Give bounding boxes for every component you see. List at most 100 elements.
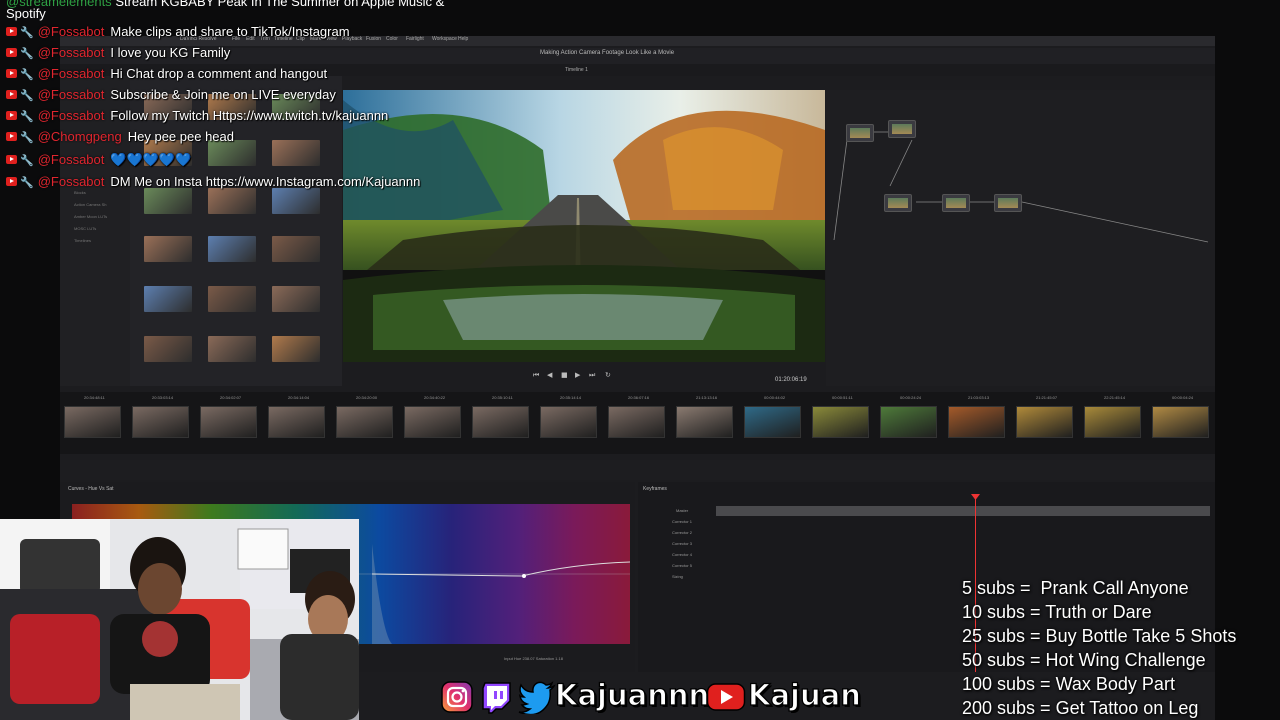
media-thumbnail[interactable] [144, 286, 192, 312]
sub-goal: 50 subs = Hot Wing Challenge [962, 650, 1206, 670]
viewer-timecode: 01:20:06:19 [775, 377, 807, 383]
playhead-handle[interactable] [971, 494, 980, 500]
chat-username[interactable]: @Chomgpeng [38, 129, 122, 144]
keyframe-row[interactable]: Corrector 5 [672, 563, 692, 568]
clip-timecode: 20:36:07:16 [628, 395, 650, 400]
timeline-clip[interactable] [676, 406, 733, 438]
timeline-clip[interactable] [132, 406, 189, 438]
keyframe-row[interactable]: Corrector 2 [672, 530, 692, 535]
timeline-clip[interactable] [880, 406, 937, 438]
clip-timecode: 20:35:10:11 [492, 395, 513, 400]
media-thumbnail[interactable] [208, 236, 256, 262]
chat-continuation: Spotify [6, 6, 46, 21]
keyframe-master-track[interactable] [716, 506, 1210, 516]
menu-item[interactable]: Help [458, 36, 468, 42]
chat-text: I love you KG Family [110, 45, 231, 60]
clip-timecode: 00:00:04:24 [1172, 395, 1194, 400]
clip-timecode: 20:34:48:11 [84, 395, 105, 400]
chat-username[interactable]: @Fossabot [38, 108, 105, 123]
chat-username[interactable]: @Fossabot [38, 87, 105, 102]
media-thumbnail[interactable] [272, 236, 320, 262]
youtube-badge-icon [6, 27, 17, 37]
timeline-clip[interactable] [744, 406, 801, 438]
chat-username[interactable]: @Fossabot [38, 174, 105, 189]
chat-text: Follow my Twitch Https://www.twitch.tv/k… [110, 108, 389, 123]
timeline-clip[interactable] [472, 406, 529, 438]
play-icon[interactable]: ▶ [575, 371, 580, 379]
moderator-wrench-icon: 🔧 [20, 48, 34, 61]
menu-item[interactable]: Color [386, 36, 398, 42]
chat-username[interactable]: @Fossabot [38, 152, 105, 167]
bin-item[interactable]: Amber Moon LUTs [74, 214, 107, 219]
keyframe-row[interactable]: Sizing [672, 574, 683, 579]
color-node[interactable] [994, 194, 1022, 212]
video-viewer [343, 90, 825, 362]
chat-username[interactable]: @Fossabot [38, 24, 105, 39]
skip-forward-icon[interactable]: ⏭ [589, 371, 595, 380]
keyframe-row[interactable]: Corrector 1 [672, 519, 692, 524]
clip-timecode: 20:34:02:07 [220, 395, 242, 400]
moderator-wrench-icon: 🔧 [20, 69, 34, 82]
play-reverse-icon[interactable]: ◀ [547, 371, 552, 379]
timeline-clip[interactable] [1084, 406, 1141, 438]
twitter-icon [518, 681, 556, 714]
media-thumbnail[interactable] [144, 236, 192, 262]
media-thumbnail[interactable] [272, 286, 320, 312]
media-thumbnail[interactable] [272, 140, 320, 166]
sub-goal: 25 subs = Buy Bottle Take 5 Shots [962, 626, 1237, 646]
moderator-wrench-icon: 🔧 [20, 111, 34, 124]
keyframe-row[interactable]: Master [676, 508, 688, 513]
clip-timecode: 00:00:44:02 [764, 395, 786, 400]
youtube-icon [706, 683, 746, 711]
webcam-image [0, 519, 359, 720]
stop-icon[interactable]: ■ [561, 371, 568, 379]
color-node[interactable] [942, 194, 970, 212]
bin-item[interactable]: Timelines [74, 238, 91, 243]
color-node[interactable] [888, 120, 916, 138]
clip-strip: 20:34:48:11 20:33:03:14 20:34:02:07 20:34:1… [60, 392, 1215, 454]
skip-back-icon[interactable]: ⏮ [533, 371, 539, 380]
color-node[interactable] [884, 194, 912, 212]
timeline-clip[interactable] [64, 406, 121, 438]
menu-item[interactable]: Fairlight [406, 36, 424, 42]
curves-title: Curves - Hue Vs Sat [68, 486, 114, 492]
bin-item[interactable]: Action Camera Sh [74, 202, 106, 207]
timeline-clip[interactable] [336, 406, 393, 438]
chat-message: Stream KGBABY Peak In The Summer on Appl… [115, 0, 445, 9]
node-graph [826, 90, 1215, 386]
timeline-clip[interactable] [540, 406, 597, 438]
menu-item[interactable]: Fusion [366, 36, 381, 42]
color-node[interactable] [846, 124, 874, 142]
timeline-clip[interactable] [812, 406, 869, 438]
timeline-label[interactable]: Timeline 1 [565, 67, 588, 73]
chat-username[interactable]: @Fossabot [38, 66, 105, 81]
webcam-feed [0, 519, 359, 720]
chat-username[interactable]: @Fossabot [38, 45, 105, 60]
twitch-icon [482, 682, 511, 714]
keyframe-row[interactable]: Corrector 4 [672, 552, 692, 557]
moderator-wrench-icon: 🔧 [20, 90, 34, 103]
menu-item[interactable]: Workspace [432, 36, 457, 42]
timeline-clip[interactable] [1016, 406, 1073, 438]
timeline-clip[interactable] [200, 406, 257, 438]
loop-icon[interactable]: ↻ [605, 371, 611, 379]
media-thumbnail[interactable] [208, 286, 256, 312]
youtube-badge-icon [6, 111, 17, 121]
bin-item[interactable]: MOSC LUTs [74, 226, 96, 231]
timeline-clip[interactable] [1152, 406, 1209, 438]
timeline-clip[interactable] [948, 406, 1005, 438]
media-thumbnail[interactable] [144, 336, 192, 362]
timeline-clip[interactable] [608, 406, 665, 438]
media-thumbnail[interactable] [208, 336, 256, 362]
keyframe-row[interactable]: Corrector 3 [672, 541, 692, 546]
media-thumbnail[interactable] [272, 336, 320, 362]
timeline-clip[interactable] [404, 406, 461, 438]
youtube-badge-icon [6, 48, 17, 58]
chat-text: Hi Chat drop a comment and hangout [110, 66, 328, 81]
clip-timecode: 21:03:03:13 [968, 395, 990, 400]
social-handle: Kajuannn [554, 677, 710, 712]
youtube-badge-icon [6, 177, 17, 187]
color-tools-row [60, 460, 1215, 480]
timeline-clip[interactable] [268, 406, 325, 438]
node-connections [833, 131, 1209, 243]
